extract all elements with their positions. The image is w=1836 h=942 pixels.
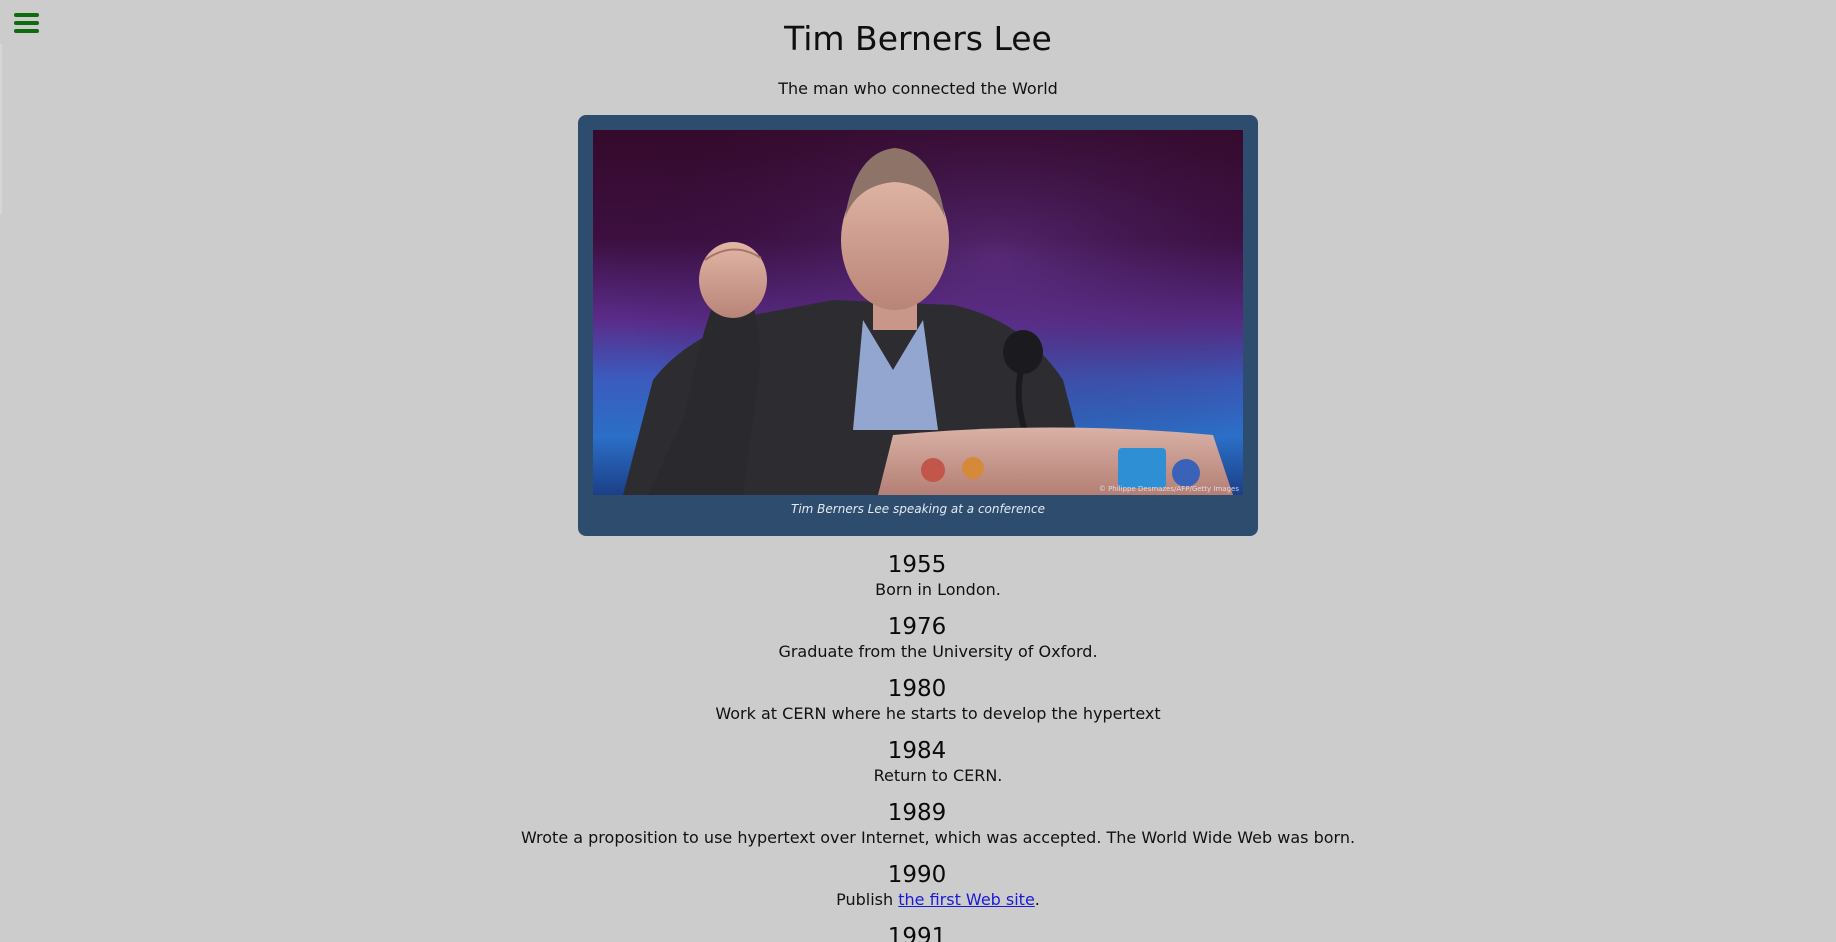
timeline-entry: 1955 Born in London.	[0, 551, 1836, 613]
timeline-year: 1990	[887, 862, 947, 888]
timeline-year: 1989	[887, 800, 947, 826]
image-caption: Tim Berners Lee speaking at a conference	[791, 502, 1045, 516]
photo-credit: © Philippe Desmazes/AFP/Getty Images	[1098, 485, 1239, 493]
timeline-entry: 1984 Return to CERN.	[0, 737, 1836, 799]
image-figure: © Philippe Desmazes/AFP/Getty Images Tim…	[578, 115, 1258, 536]
page-subtitle: The man who connected the World	[778, 79, 1058, 98]
timeline-year: 1955	[887, 552, 947, 578]
timeline-entry: 1990 Publish the first Web site.	[0, 861, 1836, 923]
timeline-entry: 1991	[0, 923, 1836, 942]
timeline-year: 1991	[887, 924, 947, 942]
page-title: Tim Berners Lee	[784, 19, 1052, 58]
timeline-description: Born in London.	[875, 580, 1001, 599]
timeline-description: Graduate from the University of Oxford.	[778, 642, 1098, 661]
timeline-description: Work at CERN where he starts to develop …	[715, 704, 1161, 723]
portrait-image: © Philippe Desmazes/AFP/Getty Images	[593, 130, 1243, 495]
timeline-text-suffix: .	[1034, 890, 1040, 909]
timeline-entry: 1976 Graduate from the University of Oxf…	[0, 613, 1836, 675]
timeline-description: Wrote a proposition to use hypertext ove…	[520, 828, 1356, 847]
timeline-description: Return to CERN.	[873, 766, 1003, 785]
page: Tim Berners Lee The man who connected th…	[0, 0, 1836, 942]
timeline-entry: 1989 Wrote a proposition to use hypertex…	[0, 799, 1836, 861]
timeline-entry: 1980 Work at CERN where he starts to dev…	[0, 675, 1836, 737]
timeline-year: 1976	[887, 614, 947, 640]
timeline-description: Publish the first Web site.	[0, 890, 1836, 910]
portrait-illustration	[593, 130, 1243, 495]
timeline: 1955 Born in London. 1976 Graduate from …	[0, 551, 1836, 942]
timeline-year: 1980	[887, 676, 947, 702]
timeline-text-prefix: Publish	[836, 890, 899, 909]
timeline-year: 1984	[887, 738, 947, 764]
collapsed-sidebar-edge	[0, 44, 2, 214]
first-web-site-link[interactable]: the first Web site	[898, 890, 1035, 909]
